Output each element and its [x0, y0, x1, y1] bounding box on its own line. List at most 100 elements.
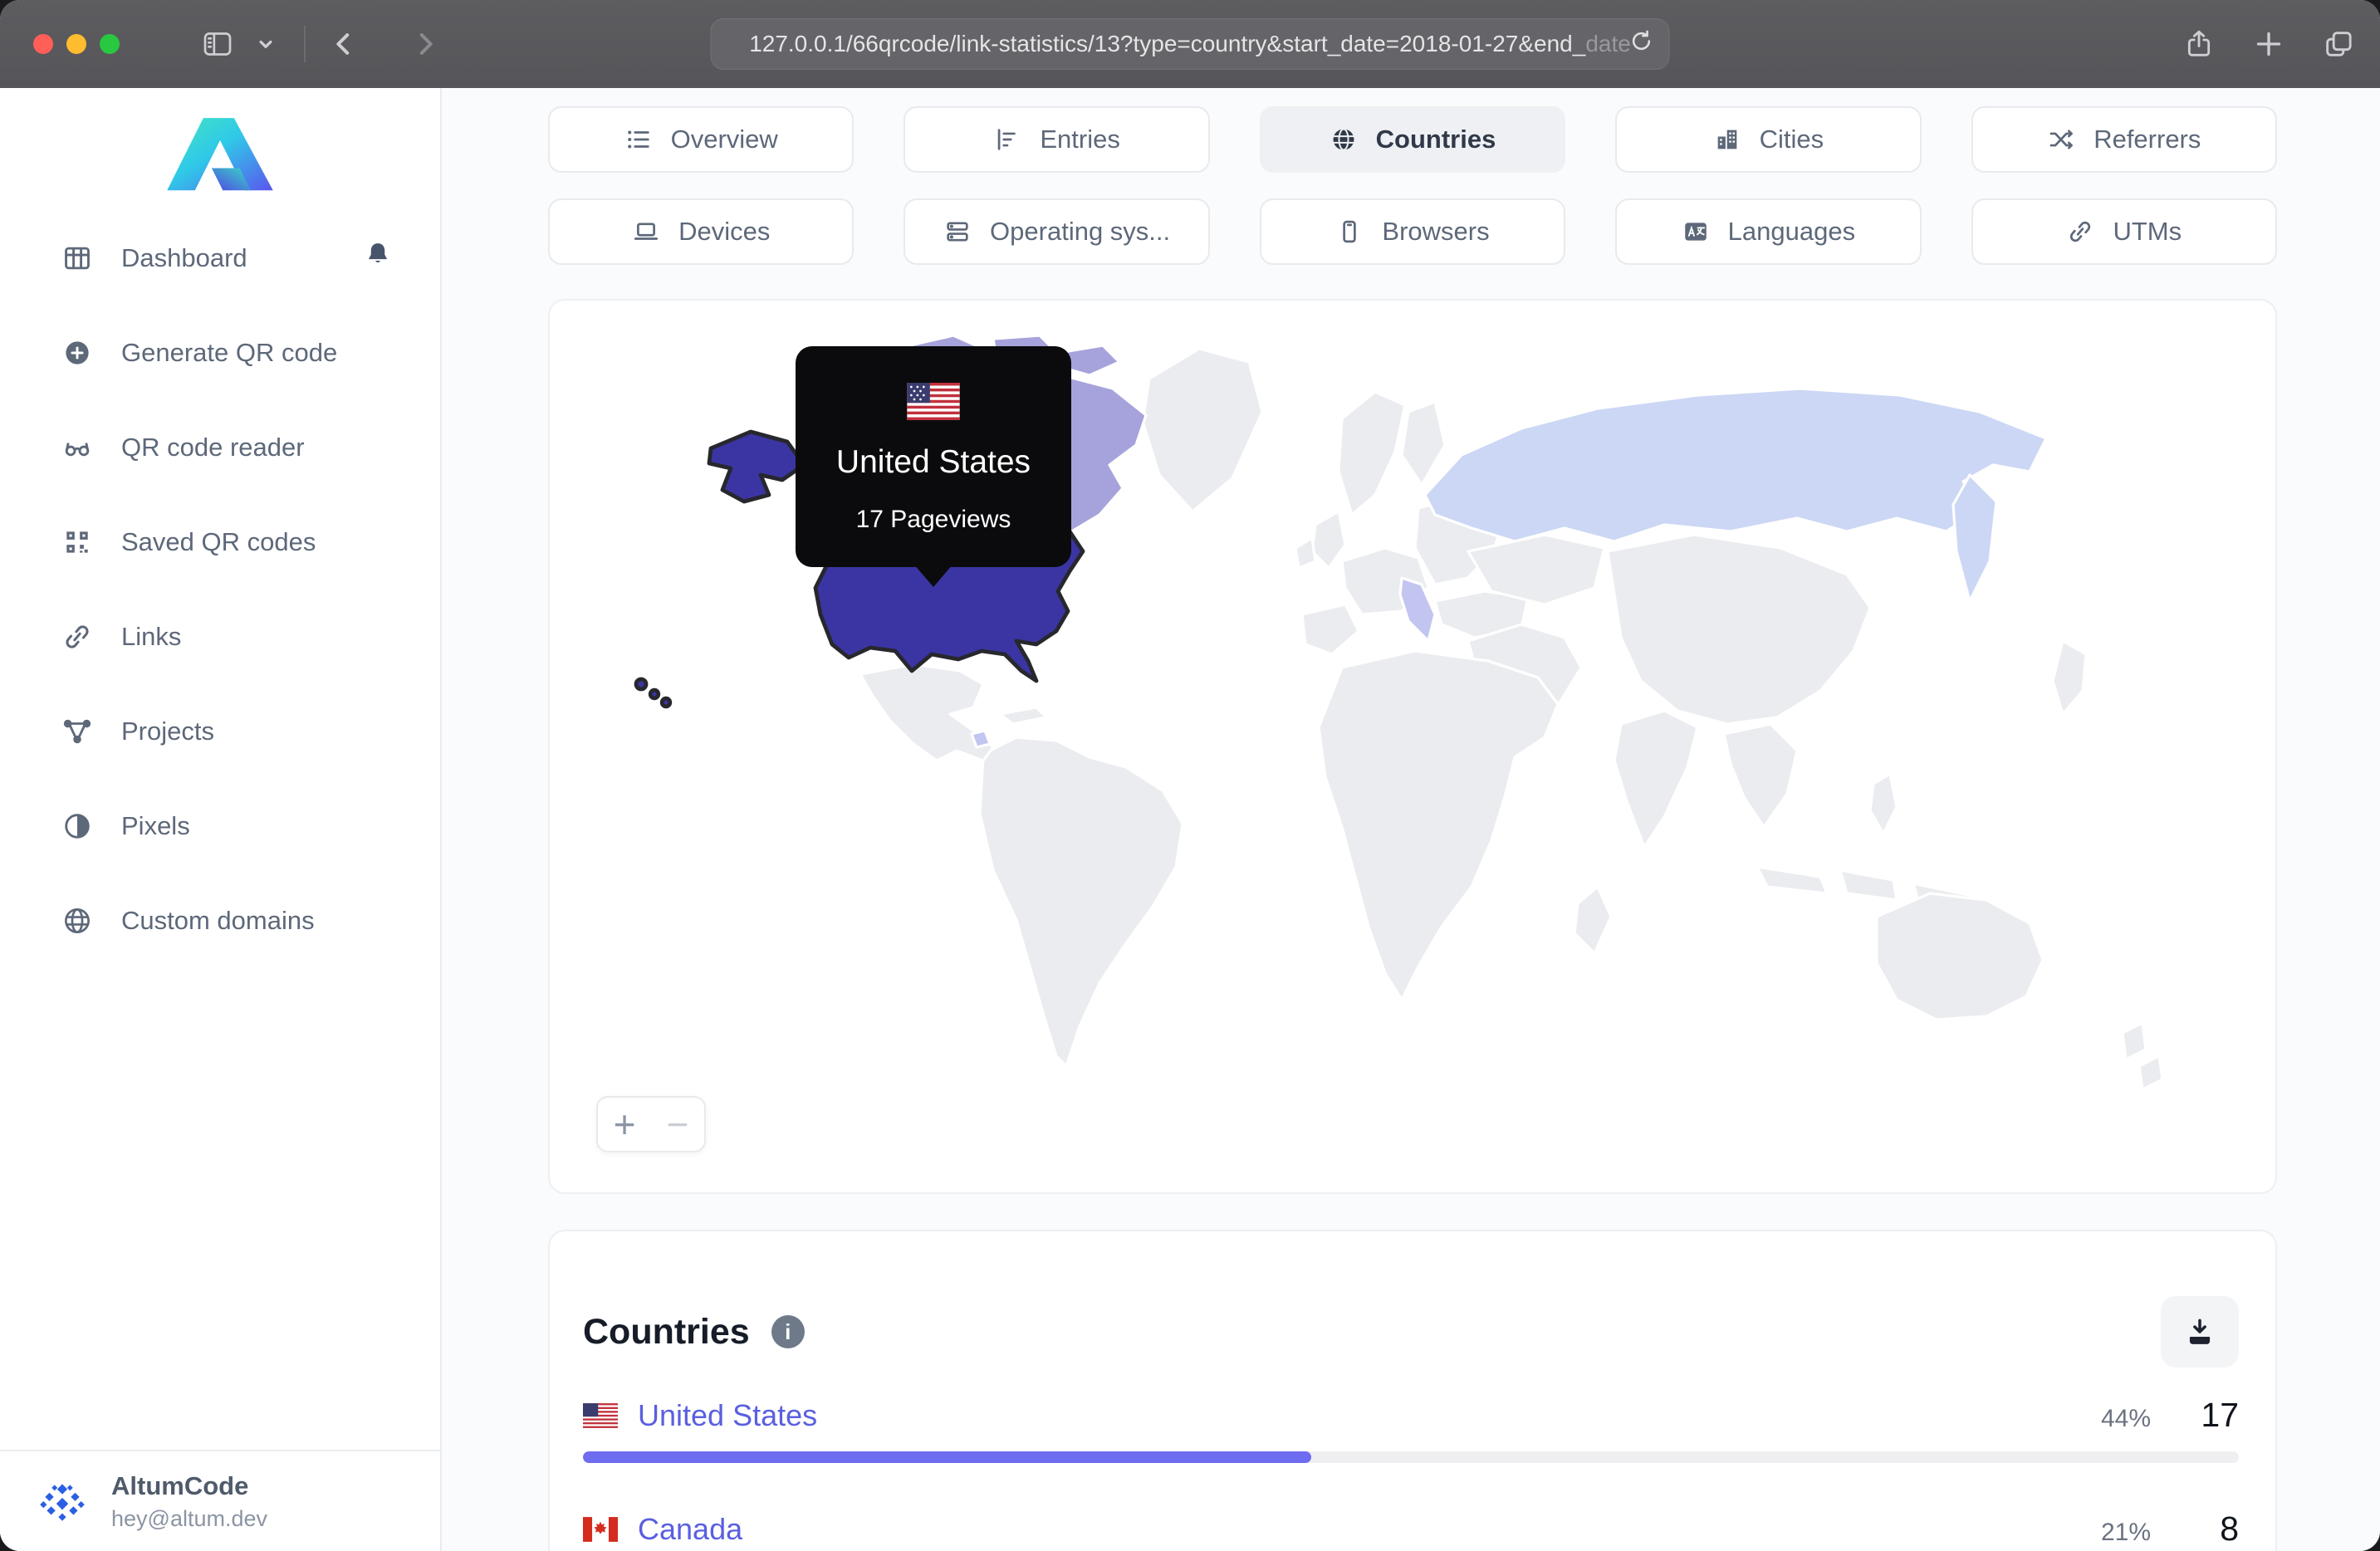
tab-overview[interactable]: Overview	[548, 106, 855, 173]
sidebar-item-projects[interactable]: Projects	[0, 684, 440, 779]
sidebar-item-links[interactable]: Links	[0, 590, 440, 684]
map-madagascar[interactable]	[1573, 885, 1613, 955]
url-text-faded: date	[1585, 31, 1631, 56]
account-email: hey@altum.dev	[111, 1505, 267, 1531]
panel-title: Countries	[583, 1311, 750, 1352]
zoom-button[interactable]	[100, 34, 120, 54]
zoom-out-button[interactable]: −	[651, 1098, 704, 1151]
tab-operating-systems[interactable]: Operating sys...	[904, 198, 1210, 265]
country-bar-fill	[583, 1451, 1312, 1463]
reload-icon[interactable]	[1628, 27, 1656, 61]
sidebar-item-saved-qr[interactable]: Saved QR codes	[0, 495, 440, 590]
tab-entries[interactable]: Entries	[904, 106, 1210, 173]
map-india[interactable]	[1613, 709, 1699, 849]
zoom-in-button[interactable]: +	[598, 1098, 651, 1151]
map-philippines[interactable]	[1868, 772, 1898, 835]
account-footer[interactable]: AltumCode hey@altum.dev	[0, 1450, 440, 1551]
country-count: 17	[2201, 1396, 2239, 1434]
map-scandinavia[interactable]	[1337, 390, 1407, 516]
sidebar-item-custom-domains[interactable]: Custom domains	[0, 873, 440, 968]
map-indonesia[interactable]	[1839, 868, 1898, 902]
chevron-down-icon[interactable]	[249, 27, 282, 61]
map-china[interactable]	[1606, 533, 1872, 726]
app-logo[interactable]	[0, 110, 440, 196]
map-new-zealand[interactable]	[2121, 1021, 2147, 1061]
map-hawaii[interactable]	[659, 696, 673, 709]
tab-label: Browsers	[1382, 217, 1490, 246]
laptop-icon	[634, 223, 659, 240]
tab-devices[interactable]: Devices	[548, 198, 855, 265]
map-indonesia[interactable]	[1756, 865, 1829, 895]
link-icon	[2070, 221, 2091, 242]
tab-languages[interactable]: Languages	[1615, 198, 1922, 265]
map-new-zealand[interactable]	[2138, 1054, 2164, 1091]
nodes-icon	[61, 716, 93, 747]
country-link[interactable]: Canada	[638, 1512, 742, 1547]
globe-icon	[61, 905, 93, 937]
sidebar-item-label: QR code reader	[121, 433, 305, 462]
browser-window: 127.0.0.1/66qrcode/link-statistics/13?ty…	[0, 0, 2380, 1551]
shuffle-icon	[2049, 130, 2074, 149]
map-costa-rica[interactable]	[970, 729, 992, 749]
country-percent: 44%	[2100, 1405, 2151, 1432]
sidebar-item-dashboard[interactable]: Dashboard	[0, 211, 440, 306]
sidebar-toggle-icon[interactable]	[201, 27, 234, 61]
back-button[interactable]	[327, 27, 360, 61]
map-africa[interactable]	[1317, 649, 1560, 1001]
map-ireland[interactable]	[1294, 536, 1317, 570]
tab-label: Countries	[1375, 125, 1496, 154]
us-flag-icon	[907, 383, 960, 424]
country-link[interactable]: United States	[638, 1398, 817, 1433]
close-button[interactable]	[33, 34, 53, 54]
link-icon	[61, 621, 93, 653]
map-greenland[interactable]	[1141, 347, 1264, 513]
tab-cities[interactable]: Cities	[1615, 106, 1922, 173]
map-canada-islands[interactable]	[1061, 344, 1121, 377]
map-southeast-asia[interactable]	[1722, 722, 1799, 829]
forward-button[interactable]	[409, 27, 442, 61]
stat-type-tabs: Overview Entries Countries Cities Referr…	[548, 106, 2277, 265]
sidebar-item-qr-reader[interactable]: QR code reader	[0, 400, 440, 495]
map-finland[interactable]	[1400, 400, 1447, 487]
world-map-card: United States 17 Pageviews + −	[548, 299, 2277, 1194]
bell-icon[interactable]	[362, 239, 394, 277]
download-icon	[2189, 1319, 2211, 1344]
map-japan[interactable]	[2051, 639, 2088, 716]
map-alaska[interactable]	[707, 429, 806, 504]
country-bar-track	[583, 1451, 2239, 1463]
tab-label: Cities	[1759, 125, 1824, 154]
country-row: United States 44% 17	[583, 1396, 2239, 1463]
url-bar[interactable]: 127.0.0.1/66qrcode/link-statistics/13?ty…	[710, 18, 1670, 70]
sidebar-item-label: Custom domains	[121, 906, 315, 935]
map-kamchatka[interactable]	[1952, 473, 1998, 603]
tab-overview-icon[interactable]	[2322, 27, 2355, 61]
tab-browsers[interactable]: Browsers	[1259, 198, 1566, 265]
sidebar-item-label: Generate QR code	[121, 338, 338, 367]
plus-circle-icon	[61, 337, 93, 369]
tab-countries[interactable]: Countries	[1259, 106, 1566, 173]
download-button[interactable]	[2161, 1296, 2239, 1368]
new-tab-icon[interactable]	[2252, 27, 2285, 61]
city-icon	[1717, 130, 1736, 149]
sidebar-item-pixels[interactable]: Pixels	[0, 779, 440, 873]
bar-chart-icon	[998, 129, 1016, 150]
map-hawaii[interactable]	[648, 687, 661, 701]
share-icon[interactable]	[2182, 27, 2216, 61]
sidebar-item-generate-qr[interactable]: Generate QR code	[0, 306, 440, 400]
map-iberia[interactable]	[1300, 603, 1360, 656]
minimize-button[interactable]	[66, 34, 86, 54]
tab-label: UTMs	[2113, 217, 2182, 246]
map-cuba[interactable]	[998, 706, 1048, 726]
traffic-lights	[33, 34, 120, 54]
tab-utms[interactable]: UTMs	[1971, 198, 2277, 265]
info-icon[interactable]: i	[771, 1315, 805, 1348]
map-south-america[interactable]	[978, 736, 1184, 1068]
avatar	[35, 1474, 90, 1529]
tab-referrers[interactable]: Referrers	[1971, 106, 2277, 173]
map-italy[interactable]	[1398, 576, 1437, 643]
tab-label: Overview	[670, 125, 778, 154]
map-hawaii[interactable]	[634, 677, 649, 692]
map-australia[interactable]	[1875, 892, 2045, 1021]
map-mexico[interactable]	[859, 663, 995, 762]
map-uk[interactable]	[1310, 510, 1347, 570]
